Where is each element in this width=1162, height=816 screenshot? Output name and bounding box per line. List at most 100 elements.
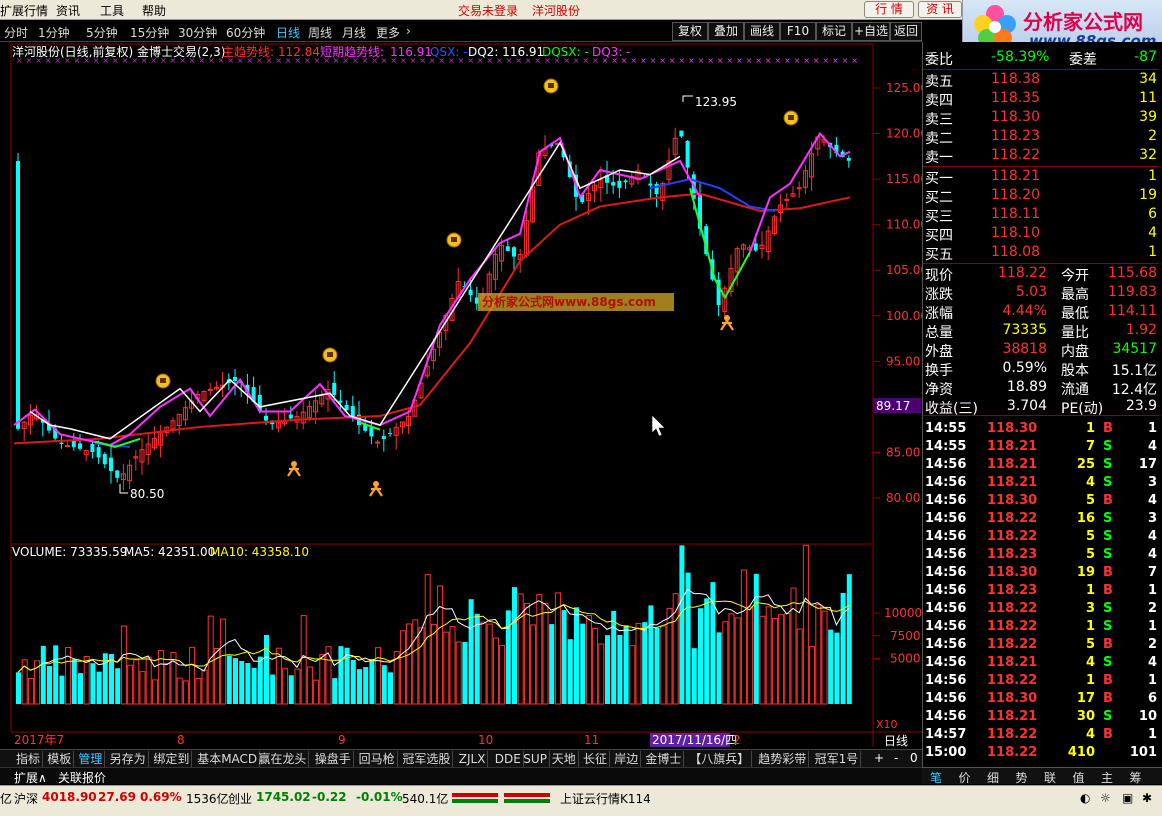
tick-side: B: [1103, 493, 1113, 508]
tick-time: 14:56: [925, 619, 967, 634]
indicator-tab[interactable]: 基本MACD: [195, 751, 261, 767]
tick-side: B: [1103, 691, 1113, 706]
indicator-tab[interactable]: 岸边: [612, 751, 642, 767]
indicator-tab[interactable]: 回马枪: [357, 751, 398, 767]
indicator-tab[interactable]: DDE: [493, 751, 524, 767]
indicator-tab[interactable]: 天地: [550, 751, 579, 767]
period-daily[interactable]: 日线: [276, 24, 300, 41]
menu-item-help[interactable]: 帮助: [142, 2, 166, 19]
candle-down: [109, 457, 113, 472]
f10-button[interactable]: F10: [780, 22, 816, 41]
mark-button[interactable]: 标记: [816, 22, 852, 41]
signal-cross: ×: [256, 56, 263, 65]
date-label-sep: 9: [338, 733, 346, 747]
period-60min[interactable]: 60分钟: [226, 24, 265, 41]
tick-row: 14:56 118.22 3 S 2: [923, 601, 1159, 619]
overlay-button[interactable]: 叠加: [708, 22, 744, 41]
tick-price: 118.21: [987, 655, 1038, 670]
indicator-tab[interactable]: 模板: [45, 751, 75, 767]
bid-row: 买四 118.10 4: [923, 225, 1159, 244]
indicator-tab[interactable]: 金博士: [643, 751, 685, 767]
indicator-tab[interactable]: 冠军选股: [400, 751, 454, 767]
tick-row: 14:56 118.22 5 B 2: [923, 637, 1159, 655]
alarm-icon[interactable]: ☼: [1100, 791, 1111, 805]
tick-volume: 1: [1085, 583, 1095, 598]
indicator-tab[interactable]: SUP: [521, 751, 550, 767]
indicator-tab[interactable]: 操盘手: [313, 751, 354, 767]
cloud-quote-status: 上证云行情K114: [560, 792, 651, 806]
tick-count: 2: [1147, 601, 1157, 616]
volume-bar-up: [517, 593, 524, 705]
detail-tab[interactable]: 联: [1044, 769, 1056, 786]
plus-icon[interactable]: +: [874, 751, 884, 765]
indicator-tab[interactable]: 赢在龙头: [256, 751, 310, 767]
tick-row: 14:56 118.21 4 S 3: [923, 475, 1159, 493]
detail-tab[interactable]: 细: [987, 769, 999, 786]
indicator-tab[interactable]: 管理: [76, 751, 106, 767]
volume-bar-up: [306, 666, 313, 705]
add-watchlist-button[interactable]: +自选: [852, 22, 890, 41]
quote-button[interactable]: 行 情: [864, 1, 914, 18]
lock-icon[interactable]: ▣: [1122, 791, 1133, 805]
zero-icon[interactable]: 0: [910, 751, 918, 765]
volume-bar-up: [778, 614, 785, 705]
signal-cross: ×: [486, 56, 493, 65]
indicator-tab[interactable]: 长征: [581, 751, 611, 767]
related-quote-button[interactable]: 关联报价: [58, 769, 106, 786]
volume-bar-up: [300, 615, 307, 705]
tick-count: 4: [1147, 655, 1157, 670]
expand-button[interactable]: 扩展∧: [14, 769, 47, 786]
detail-tab[interactable]: 筹: [1130, 769, 1142, 786]
period-1min[interactable]: 1分钟: [38, 24, 70, 41]
signal-cross: ×: [381, 56, 388, 65]
signal-cross: ×: [218, 56, 225, 65]
chevron-right-icon[interactable]: ›: [406, 24, 411, 38]
indicator-tab[interactable]: 趋势彩带: [756, 751, 810, 767]
minus-icon[interactable]: -: [894, 751, 898, 765]
period-5min[interactable]: 5分钟: [86, 24, 118, 41]
settings-icon[interactable]: ✱: [1142, 791, 1152, 805]
indicator-tab[interactable]: 绑定到: [151, 751, 193, 767]
indicator-tab[interactable]: 另存为: [108, 751, 149, 767]
detail-tab[interactable]: 价: [959, 769, 971, 786]
back-button[interactable]: 返回: [890, 22, 922, 41]
sound-icon[interactable]: ◐: [1080, 791, 1090, 805]
stat-row: 涨跌 5.03 最高 119.83: [923, 284, 1159, 303]
indicator-tab[interactable]: ZJLX: [457, 751, 489, 767]
volume-bar-down: [846, 574, 852, 704]
period-30min[interactable]: 30分钟: [178, 24, 217, 41]
period-15min[interactable]: 15分钟: [130, 24, 169, 41]
detail-tab[interactable]: 势: [1016, 769, 1028, 786]
period-monthly[interactable]: 月线: [342, 24, 366, 41]
detail-tab[interactable]: 主: [1101, 769, 1113, 786]
adjust-button[interactable]: 复权: [672, 22, 708, 41]
indicator-tab[interactable]: 冠军1号: [813, 751, 862, 767]
detail-tab[interactable]: 笔: [930, 769, 942, 786]
menu-item-news[interactable]: 资讯: [56, 2, 80, 19]
trade-status[interactable]: 交易未登录: [458, 2, 518, 19]
volume-bar-up: [145, 656, 152, 705]
volume-bar-up: [740, 569, 747, 705]
period-weekly[interactable]: 周线: [308, 24, 332, 41]
menu-item-extended[interactable]: 扩展行情: [0, 2, 48, 19]
ask-row: 卖三 118.30 39: [923, 109, 1159, 128]
candle-down: [388, 433, 392, 435]
period-timeshare[interactable]: 分时: [4, 24, 28, 41]
volume-bar-up: [802, 544, 809, 705]
sh-amount: 1536亿: [186, 792, 229, 806]
indicator-tab[interactable]: 【八旗兵】: [687, 751, 753, 767]
date-label-dec: 2: [733, 733, 741, 747]
tick-time: 14:56: [925, 529, 967, 544]
tick-time: 14:56: [925, 547, 967, 562]
kline-chart[interactable]: 洋河股份(日线,前复权) 金博士交易(2,3) 主趋势线: 112.84 短期趋…: [0, 42, 922, 749]
candle-down: [685, 140, 690, 168]
indicator-tab[interactable]: 指标: [14, 751, 44, 767]
news-button[interactable]: 资 讯: [918, 1, 962, 18]
candle-down: [264, 415, 268, 421]
stat-value: 23.9: [1125, 398, 1157, 414]
draw-line-button[interactable]: 画线: [744, 22, 780, 41]
volume-bar-down: [617, 634, 623, 704]
period-more[interactable]: 更多: [376, 24, 400, 41]
detail-tab[interactable]: 值: [1073, 769, 1085, 786]
menu-item-tools[interactable]: 工具: [100, 2, 124, 19]
